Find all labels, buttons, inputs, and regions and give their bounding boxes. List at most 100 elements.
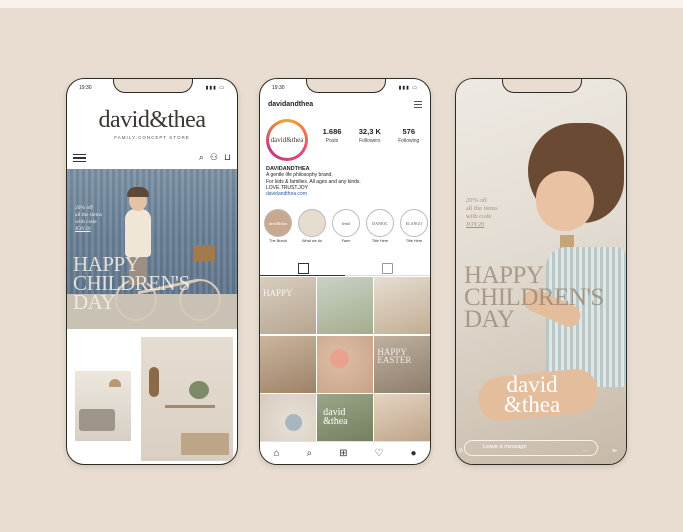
heart-icon[interactable]: ♡ — [374, 448, 383, 459]
bio-link[interactable]: davidandthea.com — [266, 191, 426, 197]
highlight-label: Title Here — [405, 239, 423, 243]
hero-banner[interactable]: 20% off all the items with code JOY20 HA… — [67, 169, 237, 329]
nav-icons: ⌕ ⚇ ⊔ — [199, 152, 231, 163]
stat-value: 32,3 K — [358, 127, 381, 136]
bed-shape — [79, 409, 115, 431]
promo-line: all the items — [466, 205, 498, 212]
stat-following[interactable]: 576 Following — [398, 127, 419, 144]
shelf-shape — [165, 405, 215, 408]
profile-avatar[interactable]: david&thea — [266, 119, 308, 161]
highlight-item[interactable]: ferml Farm — [332, 209, 360, 243]
highlight-label: Title Here — [371, 239, 389, 243]
stat-value: 1.686 — [322, 127, 342, 136]
profile-tabs — [260, 261, 430, 276]
headline-line: DAY — [73, 290, 116, 314]
child-face — [536, 171, 594, 231]
bike-basket — [193, 245, 215, 261]
highlight-cover: DANIOC — [366, 209, 394, 237]
stat-posts[interactable]: 1.686 Posts — [323, 127, 342, 144]
signal-battery-icon: ▮▮▮ ▭ — [398, 85, 418, 91]
phone-website: 19:30 ▮▮▮ ▭ david&thea FAMILY CONCEPT ST… — [66, 78, 238, 465]
post-thumbnail[interactable] — [374, 277, 430, 334]
logo-line: &thea — [504, 392, 561, 417]
post-thumbnail[interactable] — [260, 335, 316, 393]
child-figure — [127, 187, 149, 197]
menu-icon[interactable] — [414, 101, 422, 108]
send-icon[interactable]: ➢ — [611, 446, 618, 455]
profile-stats: 1.686 Posts 32,3 K Followers 576 Following — [314, 127, 428, 144]
camera-icon[interactable]: ◎ — [458, 447, 463, 454]
vase-shape — [149, 367, 159, 397]
cart-icon[interactable]: ⊔ — [224, 152, 231, 163]
story-promo-text: 20% off all the items with code JOY20 — [466, 197, 498, 229]
signal-battery-icon: ▮▮▮ ▭ — [205, 85, 225, 91]
highlight-cover: david&thea — [264, 209, 292, 237]
kids-room-image[interactable] — [75, 371, 131, 441]
post-thumbnail[interactable]: HAPPY — [260, 277, 316, 334]
post-grid: HAPPY HAPPY EASTER david &thea — [260, 277, 430, 451]
profile-icon[interactable]: ● — [410, 448, 416, 459]
stat-label: Following — [398, 138, 420, 144]
post-thumbnail[interactable] — [317, 277, 373, 334]
highlight-item[interactable]: DANIOC Title Here — [366, 209, 394, 243]
promo-text: 20% off all the items with code JOY20 — [75, 205, 102, 233]
top-strip — [0, 0, 683, 8]
more-options-icon[interactable]: ··· — [582, 448, 588, 454]
search-icon[interactable]: ⌕ — [199, 152, 204, 163]
message-input[interactable]: Leave a message — [464, 440, 598, 456]
overlay-line: &thea — [323, 416, 348, 427]
brand-tagline: FAMILY CONCEPT STORE — [114, 135, 190, 140]
promo-line: all the items — [75, 212, 102, 218]
tagged-tab-icon[interactable] — [382, 263, 393, 274]
promo-line: with code — [75, 219, 97, 225]
avatar-logo: david&thea — [269, 122, 305, 158]
interior-image[interactable] — [141, 337, 233, 461]
highlight-item[interactable]: ELANGO Title Here — [400, 209, 428, 243]
phone-instagram-profile: 19:30 ▮▮▮ ▭ davidandthea david&thea 1.68… — [259, 78, 431, 465]
promo-line: 20% off — [466, 197, 488, 204]
plant-shape — [189, 381, 209, 399]
post-thumbnail[interactable]: HAPPY EASTER — [374, 335, 430, 393]
promo-code: JOY20 — [466, 221, 485, 228]
overlay-line: EASTER — [377, 354, 412, 365]
user-icon[interactable]: ⚇ — [210, 152, 218, 163]
highlight-label: What we do — [301, 239, 323, 243]
lamp-shape — [109, 379, 121, 387]
stat-followers[interactable]: 32,3 K Followers — [359, 127, 381, 144]
highlight-label: Farm — [341, 239, 351, 243]
hamburger-menu-icon[interactable] — [73, 154, 86, 162]
site-nav: ⌕ ⚇ ⊔ — [73, 151, 231, 165]
desk-shape — [181, 433, 229, 455]
phone-notch — [113, 79, 193, 93]
highlight-cover: ELANGO — [400, 209, 428, 237]
promo-code: JOY20 — [75, 226, 91, 232]
home-icon[interactable]: ⌂ — [273, 448, 279, 459]
highlight-cover: ferml — [332, 209, 360, 237]
phone-instagram-story: 20% off all the items with code JOY20 HA… — [455, 78, 627, 465]
highlight-item[interactable]: What we do — [298, 209, 326, 243]
search-icon[interactable]: ⌕ — [307, 448, 313, 459]
highlight-item[interactable]: david&thea The Brand — [264, 209, 292, 243]
profile-bio: DAVIDANDTHEA A gentle life philosophy br… — [266, 166, 426, 197]
status-time: 19:30 — [79, 85, 92, 91]
stat-label: Followers — [359, 138, 381, 144]
story-headline: HAPPY CHILDREN'S DAY — [464, 263, 604, 333]
headline-line: DAY — [464, 306, 515, 333]
phone-notch — [306, 79, 386, 93]
grid-tab-icon[interactable] — [298, 263, 309, 274]
post-overlay-text: HAPPY EASTER — [377, 347, 412, 365]
active-tab-indicator — [260, 274, 345, 276]
post-thumbnail[interactable] — [317, 335, 373, 393]
story-brand-logo: david &thea — [504, 373, 561, 417]
presentation-background: 19:30 ▮▮▮ ▭ david&thea FAMILY CONCEPT ST… — [0, 0, 683, 532]
highlight-label: The Brand — [269, 239, 287, 243]
instagram-tab-bar: ⌂ ⌕ ⊞ ♡ ● — [260, 441, 430, 464]
highlight-cover — [298, 209, 326, 237]
promo-line: 20% off — [75, 205, 93, 211]
post-overlay-logo: david &thea — [323, 408, 348, 427]
post-overlay-text: HAPPY — [263, 288, 293, 298]
stat-value: 576 — [402, 127, 416, 136]
brand-logo[interactable]: david&thea — [67, 107, 237, 134]
profile-username: davidandthea — [268, 101, 314, 108]
add-post-icon[interactable]: ⊞ — [339, 448, 347, 459]
